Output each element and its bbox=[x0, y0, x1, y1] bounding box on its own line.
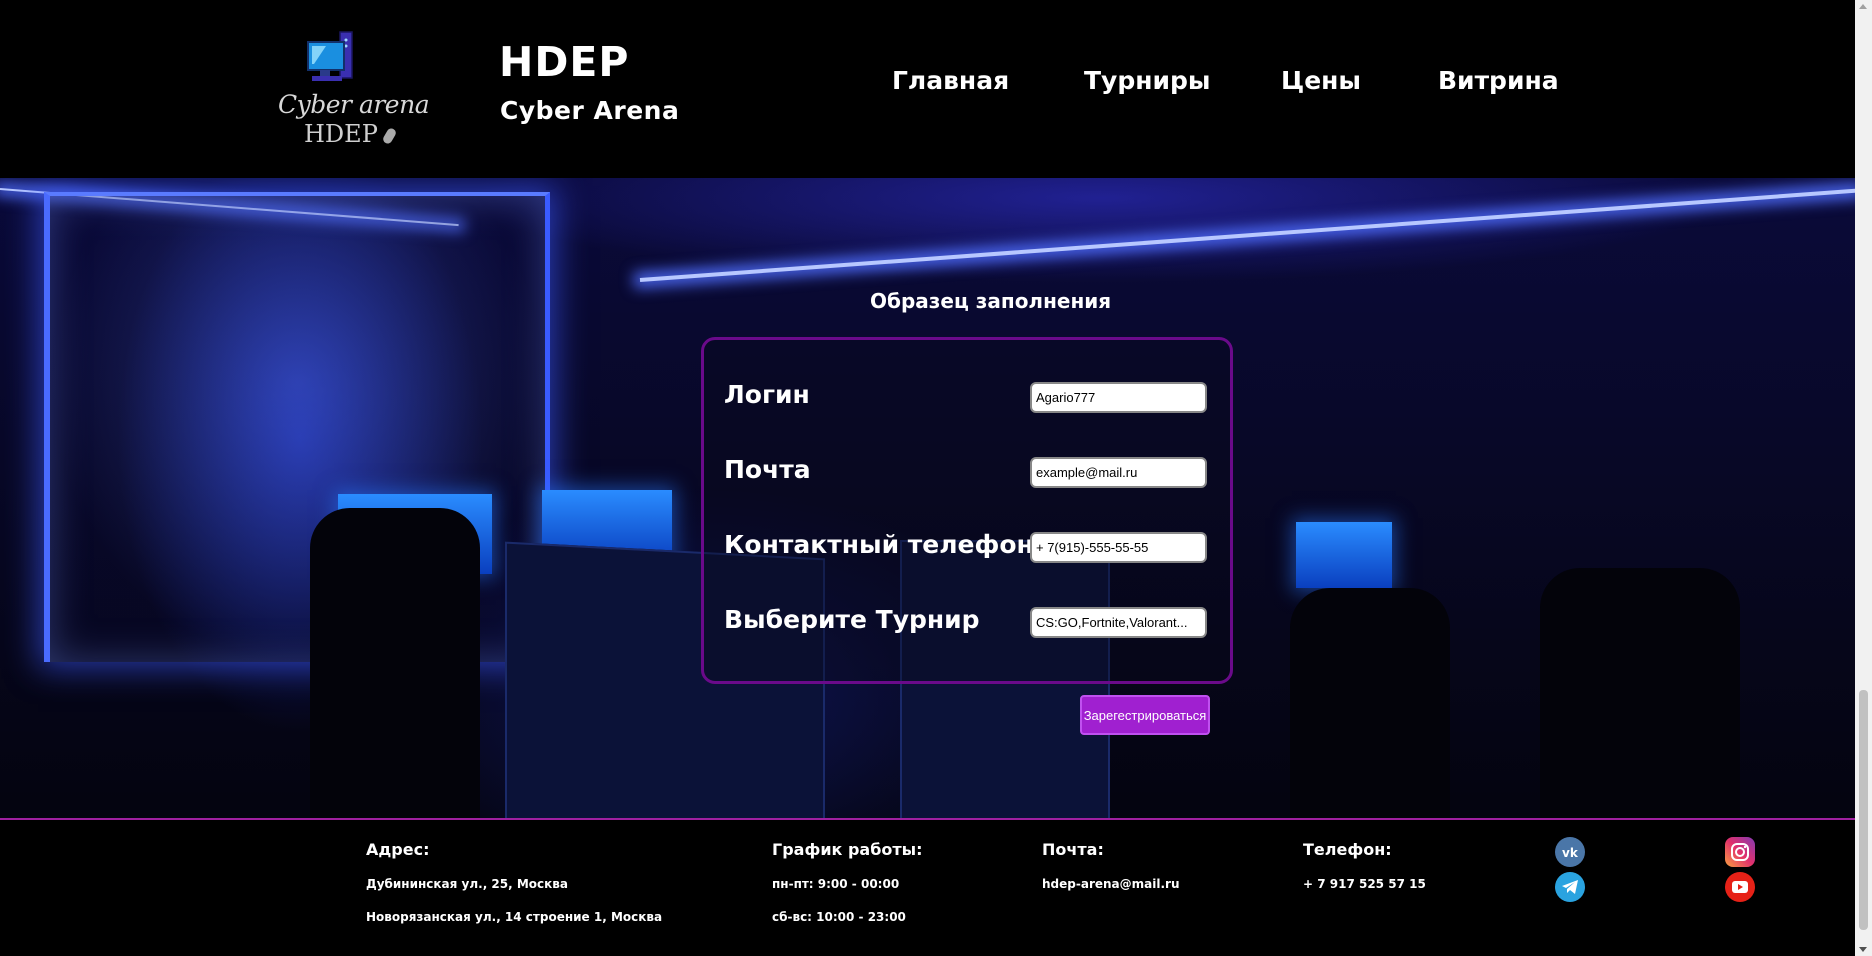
schedule-heading: График работы: bbox=[772, 840, 923, 859]
phone-heading: Телефон: bbox=[1303, 840, 1392, 859]
site-logo[interactable]: Cyber arena HDEP bbox=[276, 26, 430, 150]
scroll-thumb[interactable] bbox=[1859, 690, 1868, 930]
svg-text:vk: vk bbox=[1562, 846, 1579, 858]
phone-field[interactable]: + 7(915)-555-55-55 bbox=[1030, 532, 1207, 563]
login-label: Логин bbox=[724, 380, 810, 409]
mail-heading: Почта: bbox=[1042, 840, 1104, 859]
youtube-icon[interactable] bbox=[1725, 872, 1755, 902]
page-scrollbar[interactable] bbox=[1855, 0, 1872, 956]
address-line: Новорязанская ул., 14 строение 1, Москва bbox=[366, 910, 663, 924]
scroll-down-icon[interactable] bbox=[1859, 947, 1867, 952]
register-button[interactable]: Зарегестрироваться bbox=[1080, 695, 1210, 735]
logo-line-2: HDEP bbox=[304, 120, 398, 148]
nav-prices[interactable]: Цены bbox=[1281, 66, 1361, 95]
monitor-icon bbox=[307, 31, 353, 81]
gaming-chair bbox=[1290, 588, 1450, 818]
phone-label: Контактный телефон bbox=[724, 530, 1034, 559]
mail-link[interactable]: hdep-arena@mail.ru bbox=[1042, 877, 1179, 891]
brand-subtitle: Cyber Arena bbox=[500, 96, 680, 125]
nav-showcase[interactable]: Витрина bbox=[1438, 66, 1559, 95]
led-strip bbox=[639, 188, 1855, 282]
schedule-line: пн-пт: 9:00 - 00:00 bbox=[772, 877, 900, 891]
email-field[interactable]: example@mail.ru bbox=[1030, 457, 1207, 488]
phone-number[interactable]: + 7 917 525 57 15 bbox=[1303, 877, 1426, 891]
gaming-chair bbox=[310, 508, 480, 818]
email-label: Почта bbox=[724, 455, 811, 484]
schedule-line: сб-вс: 10:00 - 23:00 bbox=[772, 910, 906, 924]
login-field[interactable]: Agario777 bbox=[1030, 382, 1207, 413]
nav-home[interactable]: Главная bbox=[892, 66, 1009, 95]
mouse-icon bbox=[382, 126, 398, 145]
site-header: Cyber arena HDEP HDEP Cyber Arena Главна… bbox=[0, 0, 1855, 178]
logo-line-1: Cyber arena bbox=[278, 90, 430, 119]
gaming-chair bbox=[1540, 568, 1740, 818]
instagram-icon[interactable] bbox=[1725, 837, 1755, 867]
brand-title: HDEP bbox=[499, 38, 630, 86]
tournament-label: Выберите Турнир bbox=[724, 605, 980, 634]
nav-tournaments[interactable]: Турниры bbox=[1084, 66, 1211, 95]
vk-icon[interactable]: vk bbox=[1555, 837, 1585, 867]
address-heading: Адрес: bbox=[366, 840, 430, 859]
telegram-icon[interactable] bbox=[1555, 872, 1585, 902]
site-footer: Адрес: Дубининская ул., 25, Москва Новор… bbox=[0, 818, 1855, 956]
scroll-up-icon[interactable] bbox=[1859, 4, 1867, 9]
address-line: Дубининская ул., 25, Москва bbox=[366, 877, 569, 891]
monitor-screen bbox=[1296, 522, 1392, 588]
form-title: Образец заполнения bbox=[870, 289, 1112, 313]
tournament-field[interactable]: CS:GO,Fortnite,Valorant... bbox=[1030, 607, 1207, 638]
